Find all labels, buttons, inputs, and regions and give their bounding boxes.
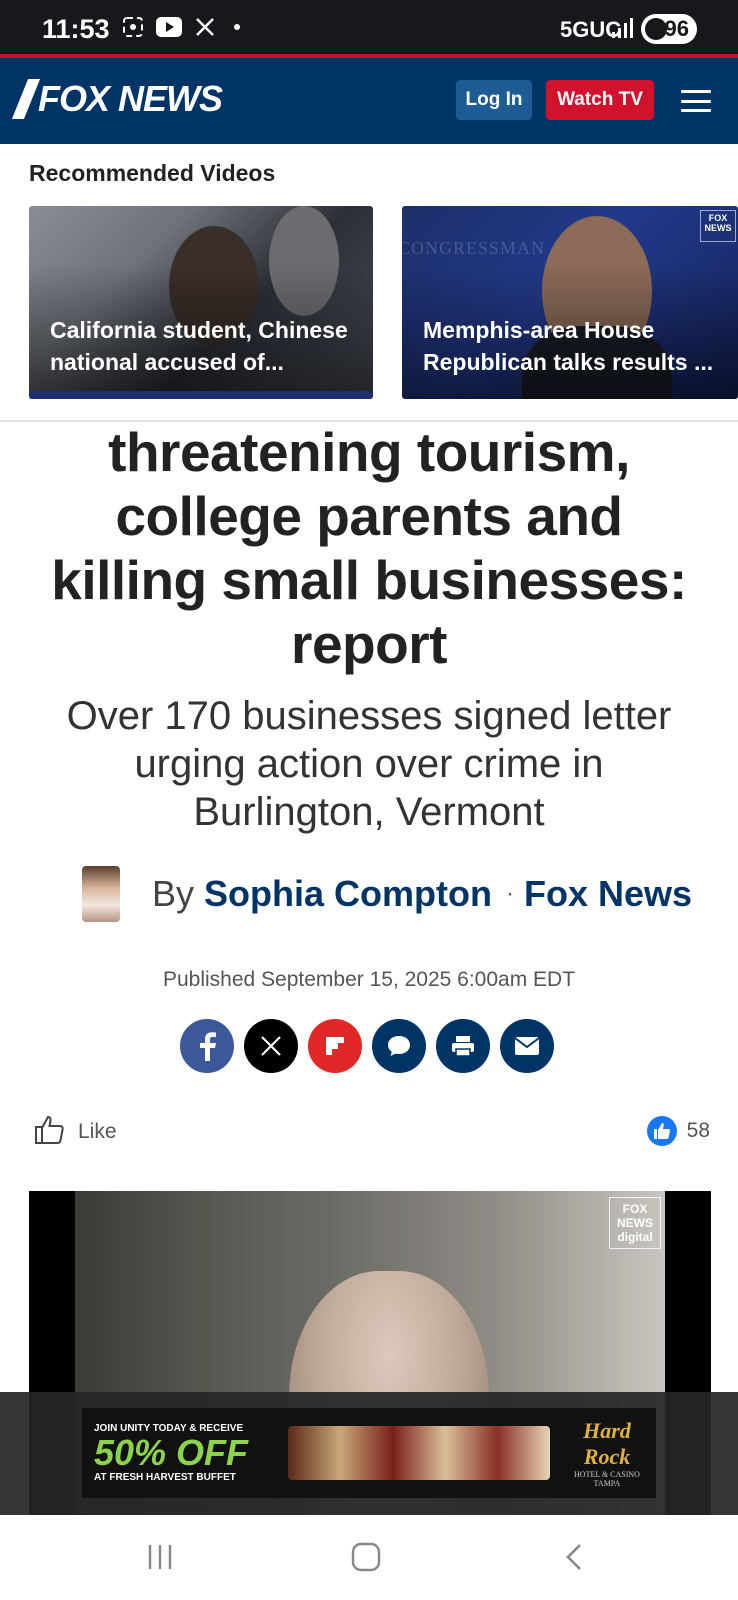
share-bar bbox=[180, 1019, 554, 1073]
notification-dot bbox=[234, 24, 240, 30]
x-icon bbox=[192, 14, 218, 40]
facebook-icon bbox=[200, 1032, 216, 1061]
comment-icon bbox=[388, 1036, 410, 1056]
byline-separator: · bbox=[505, 880, 514, 907]
status-icons bbox=[120, 14, 240, 40]
thumbnail-strip bbox=[29, 391, 373, 399]
fox-news-digital-watermark: FOX NEWS bbox=[700, 210, 736, 242]
ad-brand-name: Hard Rock bbox=[583, 1418, 631, 1469]
youtube-icon bbox=[156, 14, 182, 40]
article-headline: threatening tourism, college parents and… bbox=[51, 421, 687, 675]
print-icon bbox=[452, 1036, 474, 1057]
recent-apps-icon[interactable] bbox=[140, 1539, 180, 1575]
site-header: FOX NEWS Log In Watch TV bbox=[0, 58, 738, 144]
facebook-share-button[interactable] bbox=[180, 1019, 234, 1073]
byline-prefix: By bbox=[152, 873, 195, 914]
video-caption: California student, Chinese national acc… bbox=[50, 317, 348, 375]
thumbs-up-outline-icon[interactable] bbox=[34, 1114, 66, 1151]
like-count-value: 58 bbox=[686, 1119, 710, 1142]
email-share-button[interactable] bbox=[500, 1019, 554, 1073]
flipboard-icon bbox=[326, 1037, 344, 1055]
flipboard-share-button[interactable] bbox=[308, 1019, 362, 1073]
ad-brand-logo: Hard Rock HOTEL & CASINO TAMPA bbox=[564, 1418, 650, 1488]
email-icon bbox=[514, 1037, 540, 1055]
print-button[interactable] bbox=[436, 1019, 490, 1073]
like-count: 58 bbox=[646, 1116, 710, 1146]
reactions-row: Like 58 bbox=[34, 1114, 710, 1150]
logo-slash-icon bbox=[11, 79, 41, 119]
recommended-video-card[interactable]: CONGRESSMAN FOXNEWS Memphis-area House R… bbox=[402, 206, 738, 399]
article-subheadline: Over 170 businesses signed letter urging… bbox=[66, 694, 672, 834]
fox-news-logo[interactable]: FOX NEWS bbox=[11, 78, 223, 120]
back-icon[interactable] bbox=[554, 1539, 594, 1575]
x-share-button[interactable] bbox=[244, 1019, 298, 1073]
screenshot-icon bbox=[120, 14, 146, 40]
author-avatar[interactable] bbox=[82, 866, 120, 922]
status-time: 11:53 bbox=[42, 14, 110, 44]
ad-banner[interactable]: JOIN UNITY TODAY & RECEIVE 50% OFF AT FR… bbox=[82, 1408, 656, 1498]
comment-button[interactable] bbox=[372, 1019, 426, 1073]
like-button[interactable]: Like bbox=[78, 1120, 117, 1144]
system-navigation-bar bbox=[0, 1515, 738, 1600]
fox-news-digital-watermark: FOX NEWS digital bbox=[609, 1197, 661, 1249]
home-icon[interactable] bbox=[346, 1539, 386, 1575]
logo-text: FOX NEWS bbox=[38, 78, 223, 119]
ad-brand-tag: HOTEL & CASINO TAMPA bbox=[574, 1470, 640, 1488]
video-caption: Memphis-area House Republican talks resu… bbox=[423, 317, 714, 375]
ad-text-block: JOIN UNITY TODAY & RECEIVE 50% OFF AT FR… bbox=[82, 1423, 282, 1483]
outlet-link[interactable]: Fox News bbox=[524, 873, 692, 915]
published-date: Published September 15, 2025 6:00am EDT bbox=[162, 968, 576, 991]
ad-headline: 50% OFF bbox=[94, 1432, 249, 1473]
battery-icon bbox=[645, 18, 667, 40]
battery-level: 96 bbox=[664, 16, 689, 41]
hamburger-menu-icon[interactable] bbox=[681, 90, 711, 112]
recommended-title: Recommended Videos bbox=[29, 160, 276, 186]
author-link[interactable]: Sophia Compton bbox=[204, 873, 492, 915]
login-button[interactable]: Log In bbox=[456, 80, 532, 120]
x-icon bbox=[261, 1036, 281, 1056]
status-bar: 11:53 5GUC 96 bbox=[0, 0, 738, 56]
ad-food-image bbox=[288, 1426, 550, 1480]
thumbs-up-filled-icon bbox=[646, 1116, 677, 1146]
ad-line-2: AT FRESH HARVEST BUFFET bbox=[94, 1472, 236, 1483]
watch-tv-button[interactable]: Watch TV bbox=[546, 80, 654, 120]
signal-icon bbox=[612, 18, 636, 43]
byline: By Sophia Compton · Fox News bbox=[82, 866, 692, 922]
recommended-video-card[interactable]: California student, Chinese national acc… bbox=[29, 206, 373, 399]
battery-indicator: 96 bbox=[641, 14, 697, 44]
